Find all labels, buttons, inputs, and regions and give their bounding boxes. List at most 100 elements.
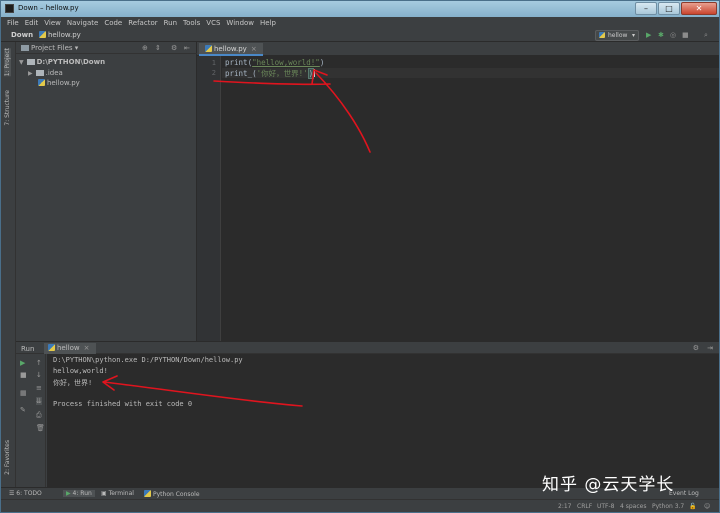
menu-refactor[interactable]: Refactor <box>128 19 157 27</box>
console-line: Process finished with exit code 0 <box>53 400 193 408</box>
arrow-up-icon[interactable]: ↑ <box>36 359 42 367</box>
run-icon[interactable]: ▶ <box>646 31 651 39</box>
gear-icon[interactable]: ⚙ <box>171 44 177 52</box>
python-file-icon <box>39 31 46 38</box>
locate-icon[interactable]: ⊕ <box>142 44 148 52</box>
stop-icon[interactable]: ■ <box>20 371 27 379</box>
arrow-down-icon[interactable]: ↓ <box>36 371 42 379</box>
hide-icon[interactable]: ⇤ <box>184 44 190 52</box>
menu-run[interactable]: Run <box>164 19 177 27</box>
project-tool-tab[interactable]: 1: Project <box>4 48 11 77</box>
menu-code[interactable]: Code <box>104 19 122 27</box>
menu-view[interactable]: View <box>44 19 61 27</box>
text-caret <box>314 69 316 77</box>
menu-file[interactable]: File <box>7 19 19 27</box>
lock-icon[interactable]: 🔓 <box>689 503 696 510</box>
rerun-icon[interactable]: ▶ <box>20 359 25 367</box>
minimize-button[interactable]: – <box>635 2 657 15</box>
left-tool-stripe: 1: Project 7: Structure 2: Favorites <box>1 42 16 487</box>
python-file-icon <box>599 32 605 38</box>
python-console-tool-tab[interactable]: Python Console <box>144 490 200 498</box>
hide-icon[interactable]: ⇥ <box>707 344 713 352</box>
python-file-icon <box>144 490 151 497</box>
title-bar: Down – hellow.py – □ ✕ <box>1 1 719 17</box>
stop-icon[interactable]: ■ <box>682 31 689 39</box>
line-separator[interactable]: CRLF <box>577 503 592 510</box>
tree-item-hellow[interactable]: hellow.py <box>38 79 80 89</box>
collapse-icon[interactable]: ⇕ <box>155 44 161 52</box>
menu-navigate[interactable]: Navigate <box>67 19 98 27</box>
window-title: Down – hellow.py <box>18 4 79 12</box>
favorites-tool-tab[interactable]: 2: Favorites <box>4 440 11 475</box>
folder-icon <box>26 59 35 65</box>
interpreter-setting[interactable]: Python 3.7 <box>652 503 684 510</box>
menu-edit[interactable]: Edit <box>25 19 39 27</box>
menu-bar: File Edit View Navigate Code Refactor Ru… <box>1 17 719 29</box>
console-line: hellow,world! <box>53 367 108 375</box>
console-line: 你好，世界! <box>53 379 93 387</box>
folder-icon <box>35 70 44 76</box>
string-literal: "hellow,world!" <box>252 58 320 67</box>
coverage-icon[interactable]: ◎ <box>670 31 676 39</box>
run-toolbar-secondary: ↑ ↓ ≡ ⇊ ⎙ 🗑 <box>32 354 46 487</box>
terminal-tool-tab[interactable]: ▣ Terminal <box>101 490 134 497</box>
editor-tab-label: hellow.py <box>214 45 247 53</box>
menu-window[interactable]: Window <box>226 19 254 27</box>
menu-tools[interactable]: Tools <box>183 19 200 27</box>
breadcrumb-project[interactable]: Down <box>11 31 33 39</box>
todo-tab-label: 6: TODO <box>16 490 42 497</box>
project-view-select[interactable]: Project Files ▾ <box>31 44 78 52</box>
menu-help[interactable]: Help <box>260 19 276 27</box>
tree-item-label: hellow.py <box>47 79 80 87</box>
layout-icon[interactable]: ▦ <box>20 389 27 397</box>
run-console[interactable]: D:\PYTHON\python.exe D:/PYTHON/Down/hell… <box>47 354 719 487</box>
debug-icon[interactable]: ✱ <box>658 31 664 39</box>
navigation-bar: Down hellow.py hellow ▾ ▶ ✱ ◎ ■ ⌕ <box>1 29 719 42</box>
run-icon: ▶ <box>66 490 71 497</box>
menu-vcs[interactable]: VCS <box>206 19 220 27</box>
string-literal: '你好，世界!' <box>256 69 308 78</box>
code-token: print_( <box>225 69 257 78</box>
run-tool-tab[interactable]: ▶ 4: Run <box>63 490 95 497</box>
line-gutter: 1 2 <box>197 56 221 341</box>
soft-wrap-icon[interactable]: ≡ <box>36 384 42 392</box>
maximize-button[interactable]: □ <box>658 2 680 15</box>
scroll-to-end-icon[interactable]: ⇊ <box>36 397 42 405</box>
code-token: print( <box>225 58 253 67</box>
file-encoding[interactable]: UTF-8 <box>597 503 615 510</box>
run-tab-label: hellow <box>57 344 80 352</box>
editor-tab-hellow[interactable]: hellow.py × <box>199 43 263 56</box>
folder-icon <box>21 45 29 51</box>
code-line: print("hellow,world!") <box>225 58 324 67</box>
tree-item-root[interactable]: ▼ D:\PYTHON\Down <box>19 58 105 68</box>
python-console-tab-label: Python Console <box>153 491 200 498</box>
pin-icon[interactable]: ✎ <box>20 406 26 414</box>
run-tool-header: Run hellow × ⚙ ⇥ <box>16 341 719 354</box>
project-panel-header: Project Files ▾ ⊕ ⇕ ⚙ ⇤ <box>16 42 197 54</box>
gear-icon[interactable]: ⚙ <box>693 344 699 352</box>
window-controls: – □ ✕ <box>634 2 717 15</box>
python-file-icon <box>38 79 45 86</box>
close-icon[interactable]: × <box>84 344 90 352</box>
print-icon[interactable]: ⎙ <box>36 411 42 419</box>
terminal-tab-label: Terminal <box>108 490 134 497</box>
structure-tool-tab[interactable]: 7: Structure <box>4 90 11 126</box>
inspector-icon[interactable]: ☺ <box>704 503 710 510</box>
console-line: D:\PYTHON\python.exe D:/PYTHON/Down/hell… <box>53 356 243 364</box>
code-editor[interactable]: 1 2 print("hellow,world!") print_('你好，世界… <box>197 56 719 341</box>
breadcrumb-file[interactable]: hellow.py <box>39 31 81 39</box>
run-tab-hellow[interactable]: hellow × <box>44 343 96 354</box>
todo-tool-tab[interactable]: ☰ 6: TODO <box>9 490 42 497</box>
caret-position[interactable]: 2:17 <box>558 503 571 510</box>
python-file-icon <box>205 45 212 52</box>
tree-item-idea[interactable]: ▶ .idea <box>28 69 63 79</box>
close-button[interactable]: ✕ <box>681 2 717 15</box>
close-icon[interactable]: × <box>251 45 257 53</box>
trash-icon[interactable]: 🗑 <box>36 424 45 432</box>
collapse-arrow-icon: ▶ <box>28 70 33 77</box>
run-config-select[interactable]: hellow ▾ <box>595 30 639 41</box>
watermark-text: 知乎 @云天学长 <box>542 475 675 495</box>
indent-setting[interactable]: 4 spaces <box>620 503 646 510</box>
breadcrumb-file-label: hellow.py <box>48 31 81 39</box>
search-icon[interactable]: ⌕ <box>704 31 708 39</box>
